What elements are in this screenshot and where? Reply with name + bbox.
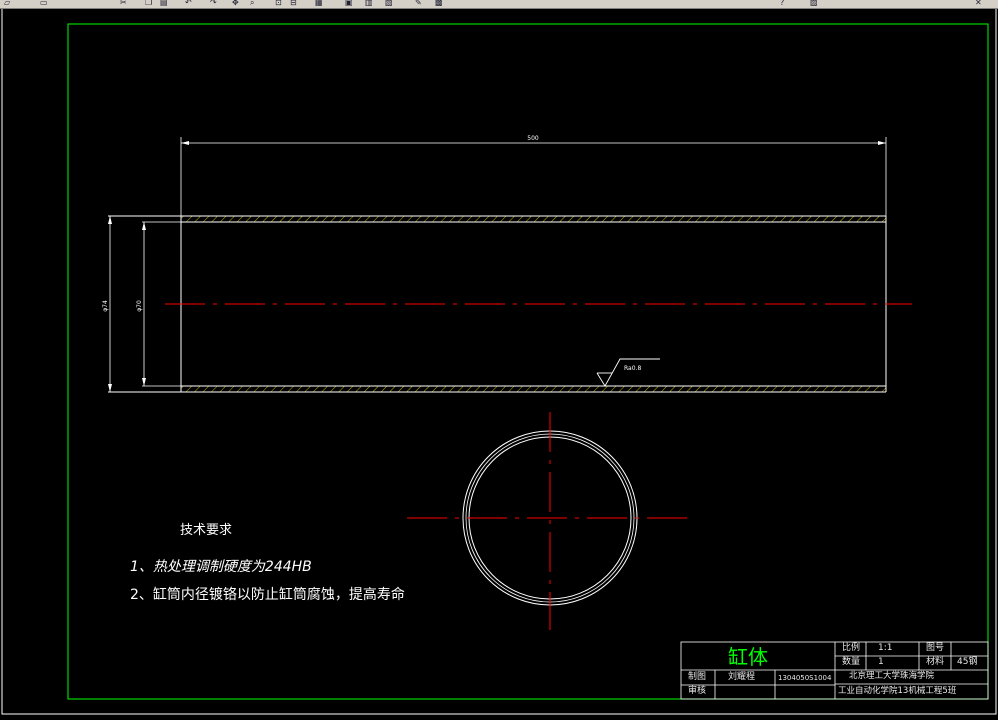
scale-label: 比例 — [842, 643, 861, 653]
properties-icon[interactable]: ▦ — [315, 0, 323, 7]
sheet-border — [1, 2, 997, 715]
tech-requirements-title: 技术要求 — [180, 523, 233, 538]
calculator-icon[interactable]: ▩ — [435, 0, 443, 7]
cut-icon[interactable]: ✂ — [120, 0, 127, 7]
drawn-by: 刘耀程 — [728, 672, 756, 682]
school-name: 北京理工大学珠海学院 — [849, 671, 935, 681]
material-label: 材料 — [926, 657, 945, 667]
roughness-symbol: Ra0.8 — [596, 358, 660, 387]
design-center-icon[interactable]: ▣ — [345, 0, 353, 7]
toolbar: ▱ ▭ ✂ ❐ ▤ ↶ ↷ ✥ ⌕ ⊡ ⊟ ▦ ▣ ▥ ▧ ✎ ▩? ▨ ✕ — [0, 0, 998, 9]
paste-icon[interactable]: ▤ — [160, 0, 168, 7]
outer-diameter-dimension: φ74 — [102, 216, 112, 392]
tool-palette-icon[interactable]: ▥ — [365, 0, 373, 7]
tech-requirement-2: 2、缸筒内径镀铬以防止缸筒腐蚀，提高寿命 — [130, 587, 405, 603]
inner-diameter-text: φ70 — [136, 300, 143, 312]
layer-icon[interactable]: ▨ — [810, 0, 818, 7]
drawn-label: 制图 — [688, 672, 707, 682]
zoom-icon[interactable]: ⌕ — [250, 0, 254, 7]
zoom-window-icon[interactable]: ⊡ — [275, 0, 282, 7]
markup-icon[interactable]: ✎ — [415, 0, 422, 7]
save-icon[interactable]: ▭ — [40, 0, 48, 7]
drawing-canvas[interactable]: 500 φ74 φ70 Ra0.8 技术要求 1、热处理调制硬度为244HB 2… — [0, 2, 998, 716]
open-icon[interactable]: ▱ — [4, 0, 10, 7]
drawing-no-label: 图号 — [926, 643, 945, 653]
quantity-label: 数量 — [842, 657, 861, 667]
sheet-set-icon[interactable]: ▧ — [385, 0, 393, 7]
undo-icon[interactable]: ↶ — [185, 0, 192, 7]
part-name: 缸体 — [728, 645, 768, 669]
outer-diameter-text: φ74 — [102, 300, 109, 312]
zoom-previous-icon[interactable]: ⊟ — [290, 0, 297, 7]
student-id: 1304050S1004 — [778, 674, 832, 682]
scale-value: 1:1 — [878, 643, 893, 653]
tech-requirement-1: 1、热处理调制硬度为244HB — [130, 559, 312, 575]
length-dimension-text: 500 — [527, 135, 539, 142]
bottom-wall-hatch — [181, 386, 886, 392]
cylinder-end-view[interactable] — [407, 412, 693, 630]
check-label: 审核 — [688, 686, 707, 696]
length-dimension: 500 — [180, 135, 887, 217]
class-name: 工业自动化学院13机械工程5班 — [838, 686, 957, 696]
help-icon[interactable]: ? — [780, 0, 784, 7]
close-icon[interactable]: ✕ — [975, 0, 982, 7]
copy-icon[interactable]: ❐ — [145, 0, 152, 7]
top-wall-hatch — [181, 216, 886, 222]
pan-icon[interactable]: ✥ — [232, 0, 239, 7]
roughness-text: Ra0.8 — [624, 365, 641, 372]
inner-diameter-dimension: φ70 — [136, 222, 146, 386]
quantity-value: 1 — [878, 657, 884, 667]
drawing-svg[interactable]: 500 φ74 φ70 Ra0.8 — [0, 2, 998, 716]
material-value: 45钢 — [957, 657, 978, 667]
redo-icon[interactable]: ↷ — [210, 0, 217, 7]
